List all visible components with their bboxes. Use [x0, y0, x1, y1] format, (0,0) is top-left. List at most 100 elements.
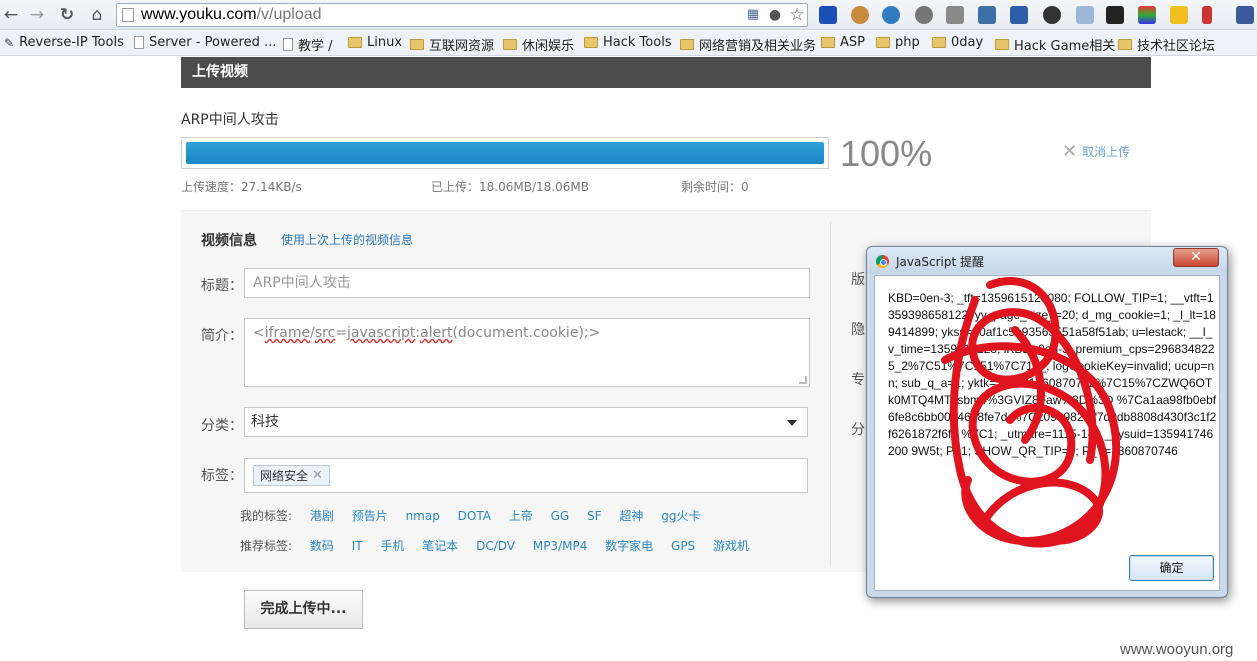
wordpress-extension-icon[interactable]: [915, 6, 933, 24]
video-info-title: 视频信息: [201, 233, 257, 249]
extension-icon[interactable]: [882, 6, 900, 24]
remove-tag-icon[interactable]: ✕: [312, 468, 323, 483]
chrome-icon: [876, 255, 889, 268]
dialog-titlebar[interactable]: JavaScript 提醒 ✕: [867, 247, 1227, 273]
title-input[interactable]: ARP中间人攻击: [244, 268, 810, 298]
bookmark-folder[interactable]: 互联网资源: [410, 35, 494, 54]
bookmarks-bar: ✎ Reverse-IP Tools Server - Powered ... 教…: [0, 31, 1257, 56]
tools-extension-icon[interactable]: [1202, 6, 1212, 24]
dialog-close-button[interactable]: ✕: [1173, 248, 1219, 267]
my-tags-row: 我的标签: 港剧 预告片 nmap DOTA 上帝 GG SF 超神 gg火卡: [240, 509, 701, 523]
watermark: www.wooyun.org: [1120, 641, 1234, 658]
paw-extension-icon[interactable]: [819, 6, 837, 24]
tag-link[interactable]: DOTA: [458, 509, 491, 523]
url-path: /v/upload: [256, 6, 322, 23]
tags-input[interactable]: 网络安全 ✕: [244, 458, 808, 493]
category-select[interactable]: 科技: [244, 407, 808, 437]
category-label: 分类：: [201, 418, 243, 434]
dropdown-arrow-icon: [787, 420, 797, 426]
tag-link[interactable]: 上帝: [509, 509, 533, 523]
folder-icon: [932, 37, 946, 48]
use-last-info-link[interactable]: 使用上次上传的视频信息: [281, 231, 413, 248]
block-extension-icon[interactable]: [1043, 6, 1061, 24]
close-icon: ✕: [1062, 140, 1078, 162]
bookmark-folder[interactable]: 休闲娱乐: [503, 35, 574, 54]
upload-header: 上传视频: [181, 57, 1151, 88]
cancel-upload-link[interactable]: ✕ 取消上传: [1062, 140, 1130, 162]
image-extension-icon[interactable]: [978, 6, 996, 24]
cookie-extension-icon[interactable]: [851, 6, 869, 24]
tag-link[interactable]: IT: [352, 539, 363, 553]
dialog-title: JavaScript 提醒: [896, 255, 984, 269]
tag-link[interactable]: 预告片: [352, 509, 388, 523]
puzzle-extension-icon[interactable]: [1106, 6, 1124, 24]
recommended-tags-row: 推荐标签: 数码 IT 手机 笔记本 DC/DV MP3/MP4 数字家电 GP…: [240, 539, 750, 553]
folder-icon: [821, 37, 835, 48]
ok-button[interactable]: 确定: [1129, 555, 1214, 581]
tag-link[interactable]: 数字家电: [605, 539, 653, 553]
color-extension-icon[interactable]: [1138, 6, 1156, 24]
tag-link[interactable]: DC/DV: [476, 539, 515, 553]
tag-link[interactable]: GPS: [671, 539, 695, 553]
description-textarea[interactable]: <iframe/src=javascript:alert(document.co…: [244, 318, 810, 387]
folder-icon: [876, 37, 890, 48]
tag-link[interactable]: 超神: [619, 509, 643, 523]
progress-fill: [186, 142, 824, 164]
tag-link[interactable]: 港剧: [310, 509, 334, 523]
tag-link[interactable]: gg火卡: [661, 509, 700, 523]
upload-progress-bar: [181, 137, 829, 169]
upload-speed: 上传速度：27.14KB/s: [181, 180, 302, 194]
tag-link[interactable]: 数码: [310, 539, 334, 553]
divider: [830, 222, 831, 567]
bookmark-folder[interactable]: Linux: [348, 35, 402, 50]
bookmark-folder[interactable]: 技术社区论坛: [1118, 35, 1215, 54]
folder-icon: [584, 37, 598, 48]
address-bar[interactable]: www.youku.com/v/upload: [116, 3, 808, 27]
home-icon[interactable]: ⌂: [86, 4, 108, 26]
bookmark-folder[interactable]: ASP: [821, 35, 865, 50]
tag-link[interactable]: GG: [551, 509, 570, 523]
tool-icon: ✎: [4, 36, 15, 50]
mail-extension-icon[interactable]: [946, 6, 964, 24]
description-label: 简介：: [201, 328, 243, 344]
back-icon[interactable]: ←: [0, 4, 22, 26]
bookmark-item[interactable]: ✎ Reverse-IP Tools: [4, 35, 124, 50]
bookmark-folder[interactable]: Hack Game相关: [995, 35, 1115, 54]
cookie-message: KBD=0en-3; _tft=1359615128080; FOLLOW_TI…: [888, 291, 1217, 458]
star-icon[interactable]: ☆: [786, 4, 808, 26]
tag-chip[interactable]: 网络安全 ✕: [253, 465, 330, 486]
phone-extension-icon[interactable]: [1170, 6, 1188, 24]
video-name: ARP中间人攻击: [181, 112, 279, 128]
facebook-extension-icon[interactable]: [1236, 6, 1254, 24]
bookmark-folder[interactable]: Hack Tools: [584, 35, 672, 50]
cloud-extension-icon[interactable]: [1076, 6, 1094, 24]
tag-link[interactable]: SF: [587, 509, 602, 523]
side-label: 分: [851, 422, 865, 438]
lightbulb-icon[interactable]: ●: [764, 4, 786, 26]
tag-link[interactable]: 笔记本: [422, 539, 458, 553]
tag-link[interactable]: nmap: [406, 509, 440, 523]
bookmark-folder[interactable]: 0day: [932, 35, 983, 50]
uploaded-size: 已上传：18.06MB/18.06MB: [431, 180, 589, 194]
folder-icon: [680, 39, 694, 50]
browser-toolbar: ← → ↻ ⌂ www.youku.com/v/upload ▦ ● ☆: [0, 0, 1257, 30]
resize-grip-icon[interactable]: [799, 376, 807, 384]
folder-icon: [995, 39, 1009, 50]
url-domain: www.youku.com: [141, 6, 257, 23]
javascript-alert-dialog: JavaScript 提醒 ✕ KBD=0en-3; _tft=13596151…: [866, 246, 1228, 598]
download-extension-icon[interactable]: [1010, 6, 1028, 24]
tag-link[interactable]: 游戏机: [713, 539, 749, 553]
bookmark-folder[interactable]: php: [876, 35, 920, 50]
forward-icon[interactable]: →: [26, 4, 48, 26]
reload-icon[interactable]: ↻: [56, 4, 78, 26]
page-icon: [283, 38, 293, 51]
side-label: 版: [851, 272, 865, 288]
finish-upload-button[interactable]: 完成上传中...: [244, 590, 363, 629]
keyboard-icon[interactable]: ▦: [742, 4, 764, 26]
tag-link[interactable]: MP3/MP4: [533, 539, 588, 553]
tags-label: 标签：: [201, 468, 243, 484]
bookmark-item[interactable]: Server - Powered ...: [134, 35, 276, 50]
tag-link[interactable]: 手机: [380, 539, 404, 553]
bookmark-folder[interactable]: 网络营销及相关业务: [680, 35, 816, 54]
bookmark-item[interactable]: 教学 /: [283, 35, 333, 54]
